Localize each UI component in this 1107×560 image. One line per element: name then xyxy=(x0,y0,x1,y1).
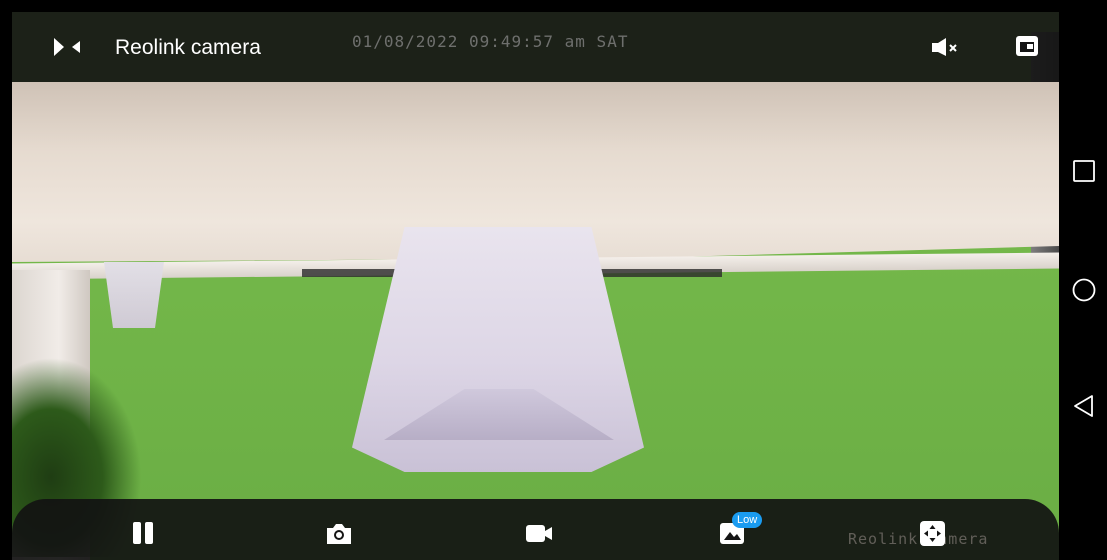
top-bar: Reolink camera 01/08/2022 09:49:57 am SA… xyxy=(12,12,1059,82)
feed-bracket xyxy=(104,262,164,328)
triangle-back-icon[interactable] xyxy=(1071,393,1097,419)
video-camera-icon[interactable] xyxy=(522,519,556,547)
picture-in-picture-icon[interactable] xyxy=(1013,33,1041,59)
ptz-directional-pad-icon[interactable] xyxy=(916,519,950,547)
collapse-arrows-icon[interactable] xyxy=(50,34,84,60)
speaker-muted-icon[interactable] xyxy=(929,35,961,59)
camera-icon[interactable] xyxy=(322,519,356,547)
screen: Reolink camera 01/08/2022 09:49:57 am SA… xyxy=(0,0,1107,560)
quality-badge: Low xyxy=(732,512,763,528)
square-recent-apps-icon[interactable] xyxy=(1071,158,1097,184)
osd-timestamp: 01/08/2022 09:49:57 am SAT xyxy=(352,32,629,51)
page-title: Reolink camera xyxy=(115,36,261,59)
circle-home-icon[interactable] xyxy=(1071,277,1097,303)
live-video-feed[interactable] xyxy=(12,12,1059,560)
bottom-control-bar: Low Reolink camera xyxy=(12,499,1059,560)
pause-icon[interactable] xyxy=(127,519,161,547)
system-navigation-bar xyxy=(1059,0,1107,560)
